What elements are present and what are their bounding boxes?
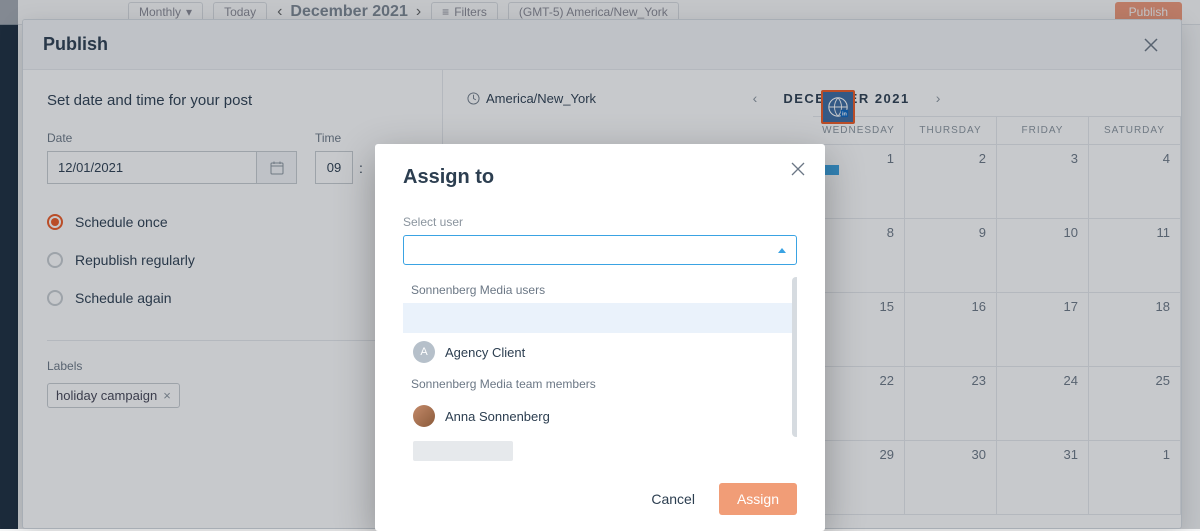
modal-close-icon[interactable] xyxy=(791,162,805,181)
caret-up-icon xyxy=(778,248,786,253)
user-item-blank[interactable] xyxy=(403,303,797,333)
select-user-label: Select user xyxy=(403,215,797,229)
user-group-label: Sonnenberg Media users xyxy=(403,277,797,303)
user-group-label: Sonnenberg Media team members xyxy=(403,371,797,397)
scrollbar-thumb[interactable] xyxy=(792,277,797,437)
select-user-dropdown[interactable] xyxy=(403,235,797,265)
user-item-anna[interactable]: Anna Sonnenberg xyxy=(403,397,797,435)
user-name: Anna Sonnenberg xyxy=(445,409,550,424)
user-item-agency-client[interactable]: A Agency Client xyxy=(403,333,797,371)
assign-button[interactable]: Assign xyxy=(719,483,797,515)
assign-to-modal: Assign to Select user Sonnenberg Media u… xyxy=(375,144,825,531)
user-list: Sonnenberg Media users A Agency Client S… xyxy=(403,277,797,467)
user-name: Agency Client xyxy=(445,345,525,360)
avatar: A xyxy=(413,341,435,363)
user-item-placeholder xyxy=(413,441,513,461)
cancel-button[interactable]: Cancel xyxy=(637,483,709,515)
avatar xyxy=(413,405,435,427)
assign-title: Assign to xyxy=(403,166,797,189)
